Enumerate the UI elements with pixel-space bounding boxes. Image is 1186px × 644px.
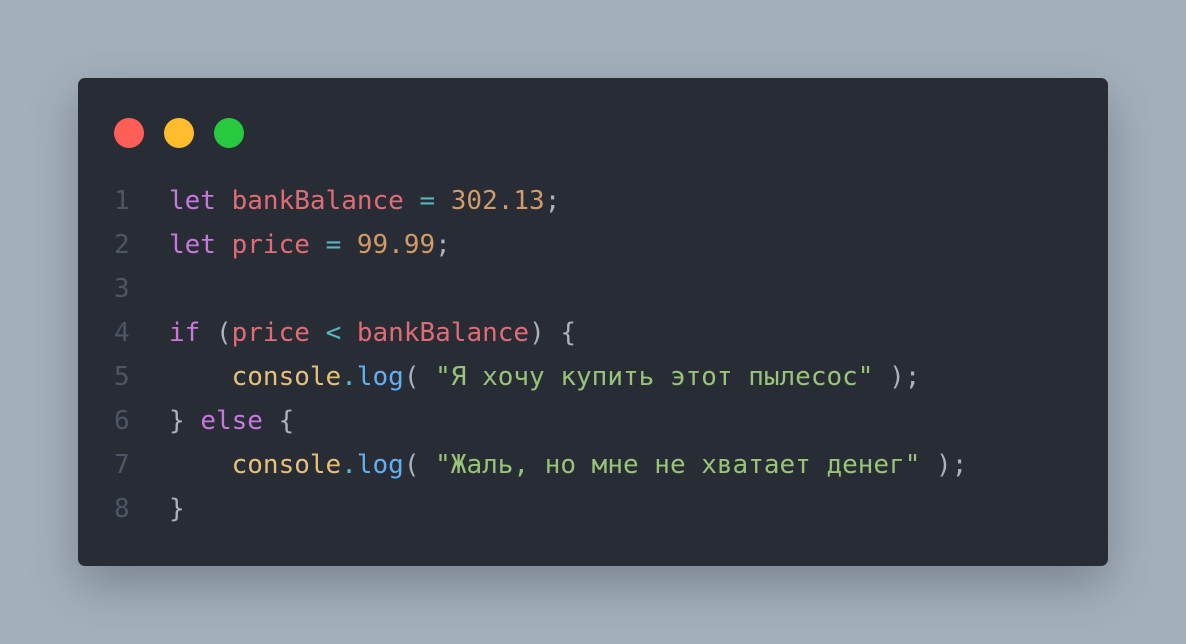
code-token-punctuation: ; <box>544 186 561 216</box>
code-token-punctuation: { <box>262 406 295 436</box>
code-token-punctuation <box>341 318 357 348</box>
code-token-object: console <box>231 450 342 480</box>
code-token-punctuation <box>310 318 326 348</box>
line-number: 6 <box>114 406 130 436</box>
code-token-punctuation: ); <box>920 450 968 480</box>
code-token-variable: bankBalance <box>231 186 404 216</box>
code-token-punctuation <box>435 186 451 216</box>
code-token-number: 99.99 <box>356 230 436 260</box>
code-token-punctuation: ) { <box>529 318 577 348</box>
code-token-operator: = <box>325 230 342 260</box>
line-number: 2 <box>114 230 130 260</box>
code-token-punctuation <box>169 362 232 392</box>
line-number: 8 <box>114 494 130 524</box>
line-number: 3 <box>114 274 130 304</box>
code-token-operator: . <box>341 362 357 392</box>
code-token-punctuation <box>404 186 420 216</box>
code-token-method: log <box>356 450 404 480</box>
code-line: 4 if (price < bankBalance) { <box>78 311 1108 355</box>
code-text: } else { <box>169 399 294 443</box>
code-line: 5 console.log( "Я хочу купить этот пылес… <box>78 355 1108 399</box>
code-token-punctuation: ( <box>403 450 436 480</box>
code-token-string: "Жаль, но мне не хватает денег" <box>435 450 921 480</box>
code-line: 8} <box>78 487 1108 531</box>
code-text: let bankBalance = 302.13; <box>169 179 560 223</box>
code-token-operator: . <box>341 450 357 480</box>
code-token-punctuation: ( <box>403 362 436 392</box>
code-line: 7 console.log( "Жаль, но мне не хватает … <box>78 443 1108 487</box>
code-token-variable: bankBalance <box>356 318 530 348</box>
code-token-punctuation <box>310 230 326 260</box>
code-token-punctuation <box>341 230 357 260</box>
maximize-dot-icon[interactable] <box>214 118 244 148</box>
code-token-punctuation <box>216 230 232 260</box>
code-token-method: log <box>356 362 404 392</box>
code-token-object: console <box>231 362 342 392</box>
code-token-operator: = <box>419 186 436 216</box>
code-token-number: 302.13 <box>450 186 545 216</box>
code-line: 2 let price = 99.99; <box>78 223 1108 267</box>
code-text: console.log( "Я хочу купить этот пылесос… <box>169 355 921 399</box>
code-text: console.log( "Жаль, но мне не хватает де… <box>169 443 968 487</box>
code-token-operator: < <box>325 318 342 348</box>
code-token-punctuation <box>216 186 232 216</box>
code-token-punctuation: ); <box>873 362 921 392</box>
code-block: 1 let bankBalance = 302.13; 2 let price = 9… <box>78 179 1108 531</box>
code-text: if (price < bankBalance) { <box>169 311 576 355</box>
code-line: 1 let bankBalance = 302.13; <box>78 179 1108 223</box>
code-window: 1 let bankBalance = 302.13; 2 let price = 9… <box>78 78 1108 566</box>
code-token-keyword: let <box>169 186 216 216</box>
code-token-variable: price <box>231 318 310 348</box>
code-token-string: "Я хочу купить этот пылесос" <box>435 362 874 392</box>
code-token-punctuation <box>169 450 232 480</box>
code-token-punctuation: ( <box>200 318 232 348</box>
code-token-punctuation: } <box>169 494 185 524</box>
code-token-punctuation: ; <box>435 230 451 260</box>
close-dot-icon[interactable] <box>114 118 144 148</box>
line-number: 7 <box>114 450 130 480</box>
line-number: 4 <box>114 318 130 348</box>
code-token-keyword: if <box>169 318 201 348</box>
code-token-punctuation: } <box>169 406 201 436</box>
code-token-keyword: let <box>169 230 216 260</box>
code-line: 3 <box>78 267 1108 311</box>
line-number: 5 <box>114 362 130 392</box>
minimize-dot-icon[interactable] <box>164 118 194 148</box>
code-token-variable: price <box>231 230 310 260</box>
code-text: } <box>169 487 185 531</box>
code-token-keyword: else <box>200 406 263 436</box>
code-text: let price = 99.99; <box>169 223 451 267</box>
code-line: 6} else { <box>78 399 1108 443</box>
line-number: 1 <box>114 186 130 216</box>
